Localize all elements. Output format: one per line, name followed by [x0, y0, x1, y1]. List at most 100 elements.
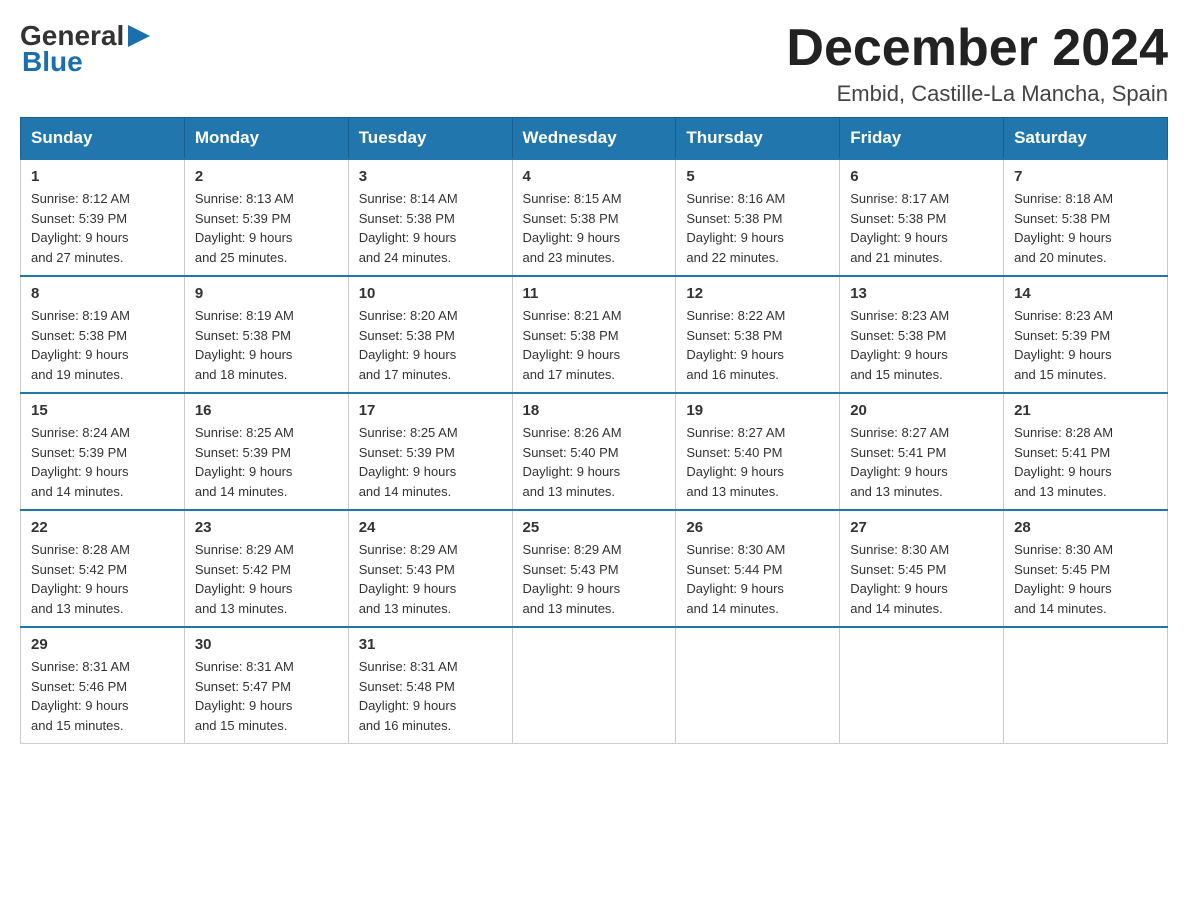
- day-header-monday: Monday: [184, 118, 348, 160]
- day-info: Sunrise: 8:30 AMSunset: 5:45 PMDaylight:…: [850, 540, 993, 618]
- week-row-1: 1Sunrise: 8:12 AMSunset: 5:39 PMDaylight…: [21, 159, 1168, 276]
- day-info: Sunrise: 8:15 AMSunset: 5:38 PMDaylight:…: [523, 189, 666, 267]
- day-cell-31: 31 Sunrise: 8:31 AMSunset: 5:48 PMDayligh…: [348, 627, 512, 744]
- day-info: Sunrise: 8:27 AMSunset: 5:41 PMDaylight:…: [850, 423, 993, 501]
- empty-cell: [512, 627, 676, 744]
- day-cell-3: 3 Sunrise: 8:14 AMSunset: 5:38 PMDaylight…: [348, 159, 512, 276]
- day-info: Sunrise: 8:19 AMSunset: 5:38 PMDaylight:…: [31, 306, 174, 384]
- day-number: 28: [1014, 519, 1157, 536]
- day-number: 27: [850, 519, 993, 536]
- day-cell-30: 30Sunrise: 8:31 AMSunset: 5:47 PMDayligh…: [184, 627, 348, 744]
- day-info: Sunrise: 8:24 AMSunset: 5:39 PMDaylight:…: [31, 423, 174, 501]
- day-number: 2: [195, 168, 338, 185]
- day-info: Sunrise: 8:21 AMSunset: 5:38 PMDaylight:…: [523, 306, 666, 384]
- day-cell-28: 28 Sunrise: 8:30 AMSunset: 5:45 PMDayligh…: [1004, 510, 1168, 627]
- day-cell-22: 22 Sunrise: 8:28 AMSunset: 5:42 PMDayligh…: [21, 510, 185, 627]
- day-number: 19: [686, 402, 829, 419]
- month-title: December 2024: [786, 20, 1168, 77]
- day-info: Sunrise: 8:30 AMSunset: 5:44 PMDaylight:…: [686, 540, 829, 618]
- day-number: 11: [523, 285, 666, 302]
- day-info: Sunrise: 8:30 AMSunset: 5:45 PMDaylight:…: [1014, 540, 1157, 618]
- day-number: 12: [686, 285, 829, 302]
- day-info: Sunrise: 8:25 AMSunset: 5:39 PMDaylight:…: [195, 423, 338, 501]
- day-cell-11: 11 Sunrise: 8:21 AMSunset: 5:38 PMDayligh…: [512, 276, 676, 393]
- title-block: December 2024 Embid, Castille-La Mancha,…: [786, 20, 1168, 107]
- day-number: 6: [850, 168, 993, 185]
- day-number: 7: [1014, 168, 1157, 185]
- day-cell-25: 25Sunrise: 8:29 AMSunset: 5:43 PMDayligh…: [512, 510, 676, 627]
- day-number: 20: [850, 402, 993, 419]
- day-info: Sunrise: 8:18 AMSunset: 5:38 PMDaylight:…: [1014, 189, 1157, 267]
- day-number: 31: [359, 636, 502, 653]
- day-number: 9: [195, 285, 338, 302]
- week-row-2: 8 Sunrise: 8:19 AMSunset: 5:38 PMDaylight…: [21, 276, 1168, 393]
- day-info: Sunrise: 8:29 AMSunset: 5:42 PMDaylight:…: [195, 540, 338, 618]
- day-info: Sunrise: 8:27 AMSunset: 5:40 PMDaylight:…: [686, 423, 829, 501]
- day-info: Sunrise: 8:13 AMSunset: 5:39 PMDaylight:…: [195, 189, 338, 267]
- day-number: 26: [686, 519, 829, 536]
- day-cell-26: 26 Sunrise: 8:30 AMSunset: 5:44 PMDayligh…: [676, 510, 840, 627]
- day-cell-12: 12 Sunrise: 8:22 AMSunset: 5:38 PMDayligh…: [676, 276, 840, 393]
- day-info: Sunrise: 8:29 AMSunset: 5:43 PMDaylight:…: [523, 540, 666, 618]
- day-cell-4: 4 Sunrise: 8:15 AMSunset: 5:38 PMDaylight…: [512, 159, 676, 276]
- empty-cell: [1004, 627, 1168, 744]
- day-info: Sunrise: 8:19 AMSunset: 5:38 PMDaylight:…: [195, 306, 338, 384]
- day-number: 8: [31, 285, 174, 302]
- day-number: 29: [31, 636, 174, 653]
- day-number: 24: [359, 519, 502, 536]
- day-info: Sunrise: 8:16 AMSunset: 5:38 PMDaylight:…: [686, 189, 829, 267]
- day-info: Sunrise: 8:26 AMSunset: 5:40 PMDaylight:…: [523, 423, 666, 501]
- day-info: Sunrise: 8:23 AMSunset: 5:38 PMDaylight:…: [850, 306, 993, 384]
- day-header-thursday: Thursday: [676, 118, 840, 160]
- day-info: Sunrise: 8:17 AMSunset: 5:38 PMDaylight:…: [850, 189, 993, 267]
- day-cell-19: 19 Sunrise: 8:27 AMSunset: 5:40 PMDayligh…: [676, 393, 840, 510]
- day-number: 15: [31, 402, 174, 419]
- day-number: 17: [359, 402, 502, 419]
- week-row-3: 15 Sunrise: 8:24 AMSunset: 5:39 PMDayligh…: [21, 393, 1168, 510]
- day-header-sunday: Sunday: [21, 118, 185, 160]
- day-cell-9: 9 Sunrise: 8:19 AMSunset: 5:38 PMDaylight…: [184, 276, 348, 393]
- day-cell-10: 10Sunrise: 8:20 AMSunset: 5:38 PMDayligh…: [348, 276, 512, 393]
- days-header-row: SundayMondayTuesdayWednesdayThursdayFrid…: [21, 118, 1168, 160]
- day-cell-18: 18Sunrise: 8:26 AMSunset: 5:40 PMDayligh…: [512, 393, 676, 510]
- day-info: Sunrise: 8:12 AMSunset: 5:39 PMDaylight:…: [31, 189, 174, 267]
- page-header: General Blue December 2024 Embid, Castil…: [20, 20, 1168, 107]
- day-number: 23: [195, 519, 338, 536]
- calendar-table: SundayMondayTuesdayWednesdayThursdayFrid…: [20, 117, 1168, 744]
- day-cell-20: 20 Sunrise: 8:27 AMSunset: 5:41 PMDayligh…: [840, 393, 1004, 510]
- day-info: Sunrise: 8:31 AMSunset: 5:48 PMDaylight:…: [359, 657, 502, 735]
- day-cell-8: 8 Sunrise: 8:19 AMSunset: 5:38 PMDaylight…: [21, 276, 185, 393]
- week-row-4: 22 Sunrise: 8:28 AMSunset: 5:42 PMDayligh…: [21, 510, 1168, 627]
- day-info: Sunrise: 8:28 AMSunset: 5:41 PMDaylight:…: [1014, 423, 1157, 501]
- day-cell-29: 29 Sunrise: 8:31 AMSunset: 5:46 PMDayligh…: [21, 627, 185, 744]
- day-cell-27: 27 Sunrise: 8:30 AMSunset: 5:45 PMDayligh…: [840, 510, 1004, 627]
- logo: General Blue: [20, 20, 150, 78]
- day-info: Sunrise: 8:14 AMSunset: 5:38 PMDaylight:…: [359, 189, 502, 267]
- day-cell-2: 2 Sunrise: 8:13 AMSunset: 5:39 PMDaylight…: [184, 159, 348, 276]
- day-info: Sunrise: 8:22 AMSunset: 5:38 PMDaylight:…: [686, 306, 829, 384]
- day-number: 3: [359, 168, 502, 185]
- day-number: 21: [1014, 402, 1157, 419]
- day-cell-23: 23 Sunrise: 8:29 AMSunset: 5:42 PMDayligh…: [184, 510, 348, 627]
- day-cell-13: 13 Sunrise: 8:23 AMSunset: 5:38 PMDayligh…: [840, 276, 1004, 393]
- day-header-saturday: Saturday: [1004, 118, 1168, 160]
- day-number: 22: [31, 519, 174, 536]
- empty-cell: [676, 627, 840, 744]
- day-number: 4: [523, 168, 666, 185]
- logo-blue-text: Blue: [22, 46, 83, 78]
- day-header-wednesday: Wednesday: [512, 118, 676, 160]
- day-cell-6: 6 Sunrise: 8:17 AMSunset: 5:38 PMDaylight…: [840, 159, 1004, 276]
- day-info: Sunrise: 8:28 AMSunset: 5:42 PMDaylight:…: [31, 540, 174, 618]
- day-number: 13: [850, 285, 993, 302]
- day-cell-14: 14Sunrise: 8:23 AMSunset: 5:39 PMDayligh…: [1004, 276, 1168, 393]
- day-cell-5: 5 Sunrise: 8:16 AMSunset: 5:38 PMDaylight…: [676, 159, 840, 276]
- day-cell-15: 15 Sunrise: 8:24 AMSunset: 5:39 PMDayligh…: [21, 393, 185, 510]
- location-title: Embid, Castille-La Mancha, Spain: [786, 81, 1168, 107]
- empty-cell: [840, 627, 1004, 744]
- day-info: Sunrise: 8:29 AMSunset: 5:43 PMDaylight:…: [359, 540, 502, 618]
- day-number: 10: [359, 285, 502, 302]
- day-number: 5: [686, 168, 829, 185]
- day-cell-16: 16Sunrise: 8:25 AMSunset: 5:39 PMDayligh…: [184, 393, 348, 510]
- day-header-tuesday: Tuesday: [348, 118, 512, 160]
- day-info: Sunrise: 8:31 AMSunset: 5:46 PMDaylight:…: [31, 657, 174, 735]
